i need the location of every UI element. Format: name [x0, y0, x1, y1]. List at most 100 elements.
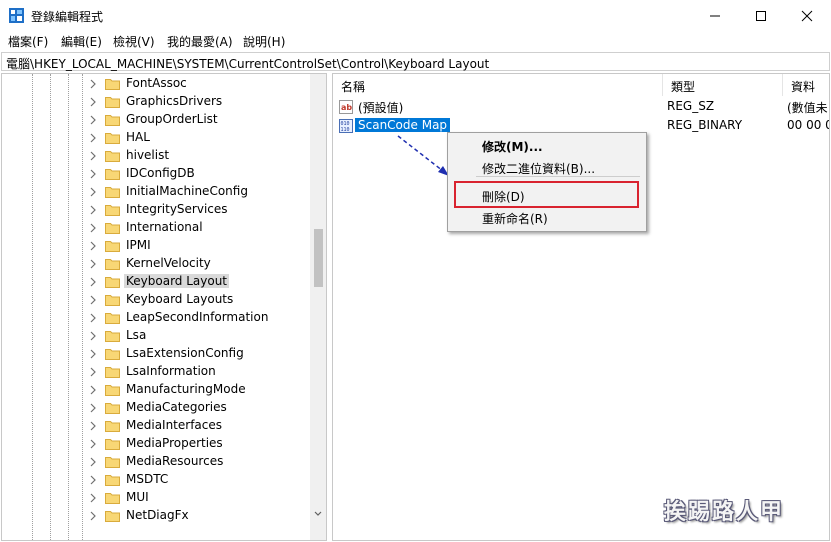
- chevron-right-icon[interactable]: [88, 492, 98, 504]
- chevron-right-icon[interactable]: [88, 276, 98, 288]
- tree-item[interactable]: FontAssoc: [2, 75, 312, 93]
- scroll-down-icon[interactable]: [310, 508, 326, 520]
- column-header-data[interactable]: 資料: [783, 74, 829, 96]
- value-name: ScanCode Map: [355, 118, 451, 132]
- tree-item[interactable]: NetDiagFx: [2, 507, 312, 525]
- chevron-right-icon[interactable]: [88, 240, 98, 252]
- menu-view[interactable]: 檢視(V): [113, 33, 155, 50]
- tree-item-label: hivelist: [126, 148, 170, 162]
- tree-item[interactable]: InitialMachineConfig: [2, 183, 312, 201]
- tree-item[interactable]: GraphicsDrivers: [2, 93, 312, 111]
- tree-item[interactable]: Keyboard Layouts: [2, 291, 312, 309]
- tree-item-label: MSDTC: [126, 472, 169, 486]
- chevron-right-icon[interactable]: [88, 114, 98, 126]
- string-value-icon: ab: [339, 100, 353, 114]
- close-button[interactable]: [784, 0, 830, 31]
- folder-icon: [105, 223, 120, 234]
- menu-file[interactable]: 檔案(F): [8, 33, 48, 50]
- value-data: (數值未: [787, 101, 828, 115]
- chevron-right-icon[interactable]: [88, 330, 98, 342]
- tree-item[interactable]: Lsa: [2, 327, 312, 345]
- tree-item-label: International: [126, 220, 203, 234]
- tree-item-label: InitialMachineConfig: [126, 184, 248, 198]
- binary-value-icon: 010 110: [339, 119, 353, 133]
- tree-item[interactable]: Keyboard Layout: [2, 273, 312, 291]
- tree-item[interactable]: hivelist: [2, 147, 312, 165]
- tree-item[interactable]: MSDTC: [2, 471, 312, 489]
- folder-icon: [105, 115, 120, 126]
- tree-scrollbar[interactable]: [310, 74, 326, 540]
- column-header-name[interactable]: 名稱: [333, 74, 663, 96]
- minimize-button[interactable]: [692, 0, 738, 31]
- tree-item[interactable]: International: [2, 219, 312, 237]
- context-menu-rename[interactable]: 重新命名(R): [482, 210, 548, 227]
- folder-icon: [105, 79, 120, 90]
- chevron-right-icon[interactable]: [88, 132, 98, 144]
- chevron-right-icon[interactable]: [88, 438, 98, 450]
- chevron-right-icon[interactable]: [88, 402, 98, 414]
- chevron-right-icon[interactable]: [88, 312, 98, 324]
- tree-item[interactable]: IPMI: [2, 237, 312, 255]
- tree-item[interactable]: MediaInterfaces: [2, 417, 312, 435]
- context-menu: 修改(M)... 修改二進位資料(B)... 刪除(D) 重新命名(R): [447, 132, 647, 232]
- address-bar[interactable]: 電腦\HKEY_LOCAL_MACHINE\SYSTEM\CurrentCont…: [1, 52, 830, 71]
- chevron-right-icon[interactable]: [88, 258, 98, 270]
- chevron-right-icon[interactable]: [88, 456, 98, 468]
- tree-item-label: NetDiagFx: [126, 508, 189, 522]
- chevron-right-icon[interactable]: [88, 150, 98, 162]
- column-header-type[interactable]: 類型: [663, 74, 783, 96]
- context-menu-separator: [476, 176, 640, 177]
- chevron-right-icon[interactable]: [88, 348, 98, 360]
- menu-edit[interactable]: 編輯(E): [61, 33, 102, 50]
- maximize-button[interactable]: [738, 0, 784, 31]
- tree-item[interactable]: IDConfigDB: [2, 165, 312, 183]
- tree-item-label: LeapSecondInformation: [126, 310, 269, 324]
- tree-item[interactable]: KernelVelocity: [2, 255, 312, 273]
- context-menu-modify-binary[interactable]: 修改二進位資料(B)...: [482, 160, 595, 177]
- tree-item[interactable]: LsaInformation: [2, 363, 312, 381]
- tree-item[interactable]: IntegrityServices: [2, 201, 312, 219]
- tree-item-label: HAL: [126, 130, 150, 144]
- tree-item[interactable]: GroupOrderList: [2, 111, 312, 129]
- tree-item[interactable]: ManufacturingMode: [2, 381, 312, 399]
- value-type: REG_SZ: [667, 99, 715, 113]
- folder-icon: [105, 331, 120, 342]
- tree-item[interactable]: MediaResources: [2, 453, 312, 471]
- chevron-right-icon[interactable]: [88, 384, 98, 396]
- tree-item[interactable]: LeapSecondInformation: [2, 309, 312, 327]
- folder-icon: [105, 439, 120, 450]
- delete-highlight-box: [454, 181, 639, 208]
- folder-icon: [105, 511, 120, 522]
- chevron-right-icon[interactable]: [88, 204, 98, 216]
- chevron-right-icon[interactable]: [88, 474, 98, 486]
- tree-item[interactable]: MediaProperties: [2, 435, 312, 453]
- chevron-right-icon[interactable]: [88, 168, 98, 180]
- folder-icon: [105, 259, 120, 270]
- tree-scroll-thumb[interactable]: [314, 229, 323, 287]
- chevron-right-icon[interactable]: [88, 510, 98, 522]
- chevron-right-icon[interactable]: [88, 420, 98, 432]
- folder-icon: [105, 295, 120, 306]
- menu-favorites[interactable]: 我的最愛(A): [167, 33, 233, 50]
- folder-icon: [105, 187, 120, 198]
- tree-item-label: KernelVelocity: [126, 256, 211, 270]
- key-tree-pane[interactable]: FontAssoc GraphicsDrivers GroupOrderList HA…: [1, 73, 327, 541]
- value-row[interactable]: ab (預設值) REG_SZ (數值未: [333, 98, 829, 116]
- tree-item[interactable]: MediaCategories: [2, 399, 312, 417]
- value-name: (預設值): [358, 101, 404, 115]
- tree-item[interactable]: MUI: [2, 489, 312, 507]
- tree-item[interactable]: LsaExtensionConfig: [2, 345, 312, 363]
- context-menu-modify[interactable]: 修改(M)...: [482, 138, 543, 155]
- chevron-right-icon[interactable]: [88, 294, 98, 306]
- menu-help[interactable]: 說明(H): [243, 33, 285, 50]
- tree-item-label: IntegrityServices: [126, 202, 228, 216]
- folder-icon: [105, 205, 120, 216]
- chevron-right-icon[interactable]: [88, 222, 98, 234]
- chevron-right-icon[interactable]: [88, 186, 98, 198]
- chevron-right-icon[interactable]: [88, 78, 98, 90]
- chevron-right-icon[interactable]: [88, 96, 98, 108]
- chevron-right-icon[interactable]: [88, 366, 98, 378]
- tree-item-label: LsaInformation: [126, 364, 216, 378]
- tree-item-label: MediaInterfaces: [126, 418, 223, 432]
- tree-item[interactable]: HAL: [2, 129, 312, 147]
